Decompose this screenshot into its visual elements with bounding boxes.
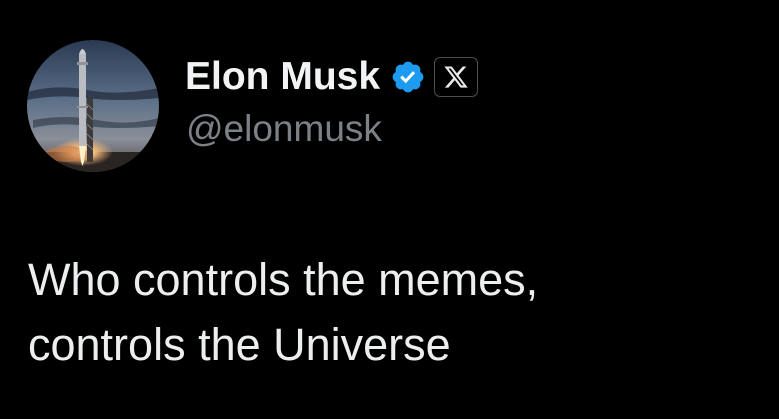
tweet-card: Elon Musk @elonmusk Who controls the mem… xyxy=(0,0,779,419)
tweet-text-line: controls the Universe xyxy=(28,319,451,370)
tweet-text-line: Who controls the memes, xyxy=(28,254,539,305)
verified-badge-icon[interactable] xyxy=(390,59,426,95)
tweet-text: Who controls the memes, controls the Uni… xyxy=(28,247,748,377)
author-display-name[interactable]: Elon Musk xyxy=(185,55,380,99)
author-name-row: Elon Musk xyxy=(185,52,479,102)
avatar[interactable] xyxy=(27,40,159,172)
author-handle[interactable]: @elonmusk xyxy=(186,108,382,150)
rocket-launch-avatar-image xyxy=(27,40,159,172)
x-logo-icon[interactable] xyxy=(434,57,479,97)
